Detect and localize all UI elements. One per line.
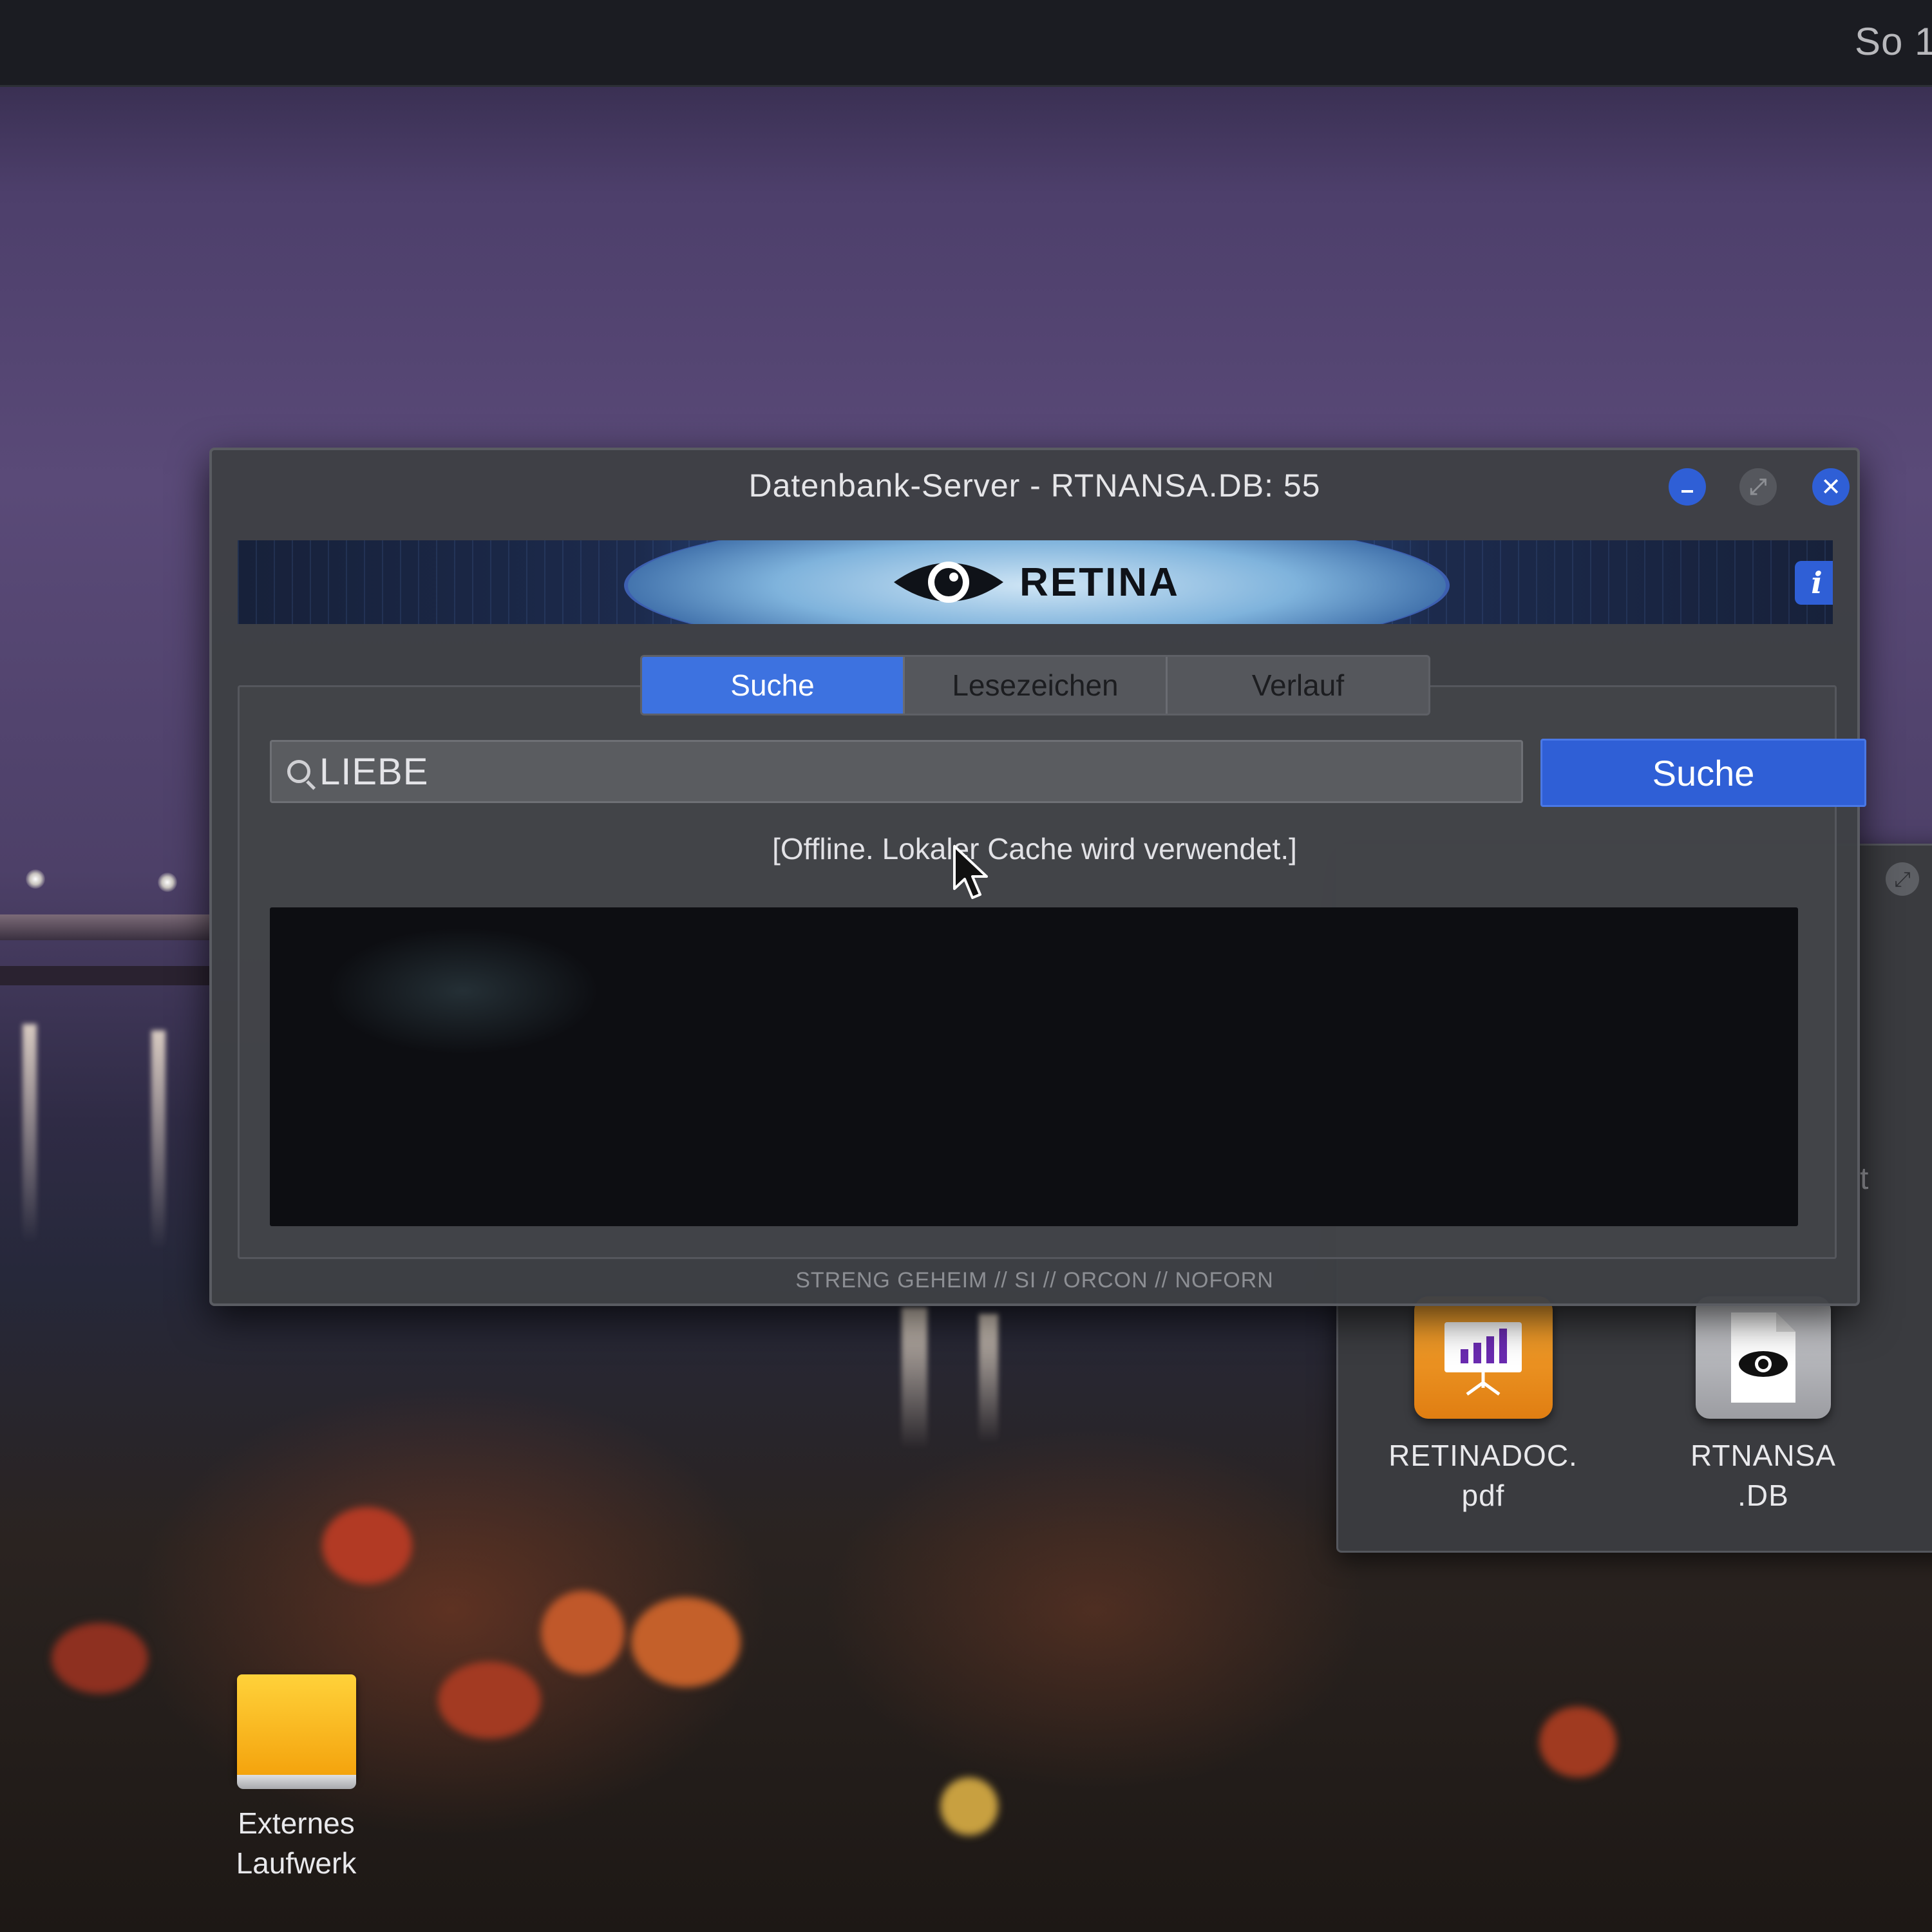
- status-message: [Offline. Lokaler Cache wird verwendet.]: [772, 832, 1297, 866]
- scenery-lamp: [26, 869, 45, 889]
- eye-icon: [894, 562, 1004, 603]
- retina-logo: RETINA: [238, 540, 1833, 624]
- close-button[interactable]: ✕: [1812, 468, 1850, 506]
- file-name-line2: pdf: [1461, 1479, 1505, 1512]
- info-button[interactable]: i: [1795, 561, 1833, 605]
- window-button[interactable]: ⤢: [1886, 862, 1919, 896]
- tab-bar: Suche Lesezeichen Verlauf: [640, 655, 1430, 715]
- tab-suche[interactable]: Suche: [642, 657, 905, 714]
- search-icon: [287, 760, 310, 783]
- file-retinadoc[interactable]: RETINADOC. pdf: [1377, 1296, 1589, 1515]
- scenery-reflection: [151, 1030, 166, 1249]
- results-area[interactable]: [270, 907, 1798, 1226]
- tab-lesezeichen[interactable]: Lesezeichen: [905, 657, 1168, 714]
- search-input[interactable]: [318, 745, 1521, 798]
- search-field[interactable]: [270, 740, 1523, 803]
- scenery-flower: [322, 1507, 412, 1584]
- close-icon: ✕: [1821, 473, 1841, 501]
- scenery-flower: [541, 1591, 625, 1674]
- title-bar[interactable]: Datenbank-Server - RTNANSA.DB: 55: [212, 450, 1857, 521]
- minimize-button[interactable]: [1669, 468, 1706, 506]
- scenery-lamp: [158, 873, 177, 892]
- window-title: Datenbank-Server - RTNANSA.DB: 55: [748, 468, 1321, 504]
- presentation-chart-icon: [1414, 1296, 1553, 1419]
- scenery-reflection: [902, 1307, 927, 1449]
- clock[interactable]: So 12: [1855, 19, 1932, 64]
- classification-footer: STRENG GEHEIM // SI // ORCON // NOFORN: [795, 1268, 1274, 1293]
- file-rtnansa-db[interactable]: RTNANSA .DB: [1673, 1296, 1853, 1515]
- external-drive[interactable]: Externes Laufwerk: [213, 1674, 380, 1883]
- scenery-reflection: [23, 1024, 37, 1243]
- external-drive-icon: [236, 1674, 356, 1789]
- maximize-button[interactable]: ⤢: [1739, 468, 1777, 506]
- file-name-line1: RETINADOC.: [1388, 1439, 1578, 1472]
- retina-banner: RETINA i: [238, 540, 1833, 624]
- scenery-flower: [438, 1662, 541, 1739]
- drive-label-line1: Externes: [238, 1806, 355, 1840]
- info-icon: i: [1811, 565, 1823, 600]
- drive-label-line2: Laufwerk: [236, 1846, 357, 1880]
- eye-document-icon: [1696, 1296, 1831, 1419]
- partial-text: t: [1860, 1162, 1869, 1196]
- tab-verlauf[interactable]: Verlauf: [1168, 657, 1428, 714]
- mouse-cursor-icon: [953, 845, 988, 899]
- maximize-icon: ⤢: [1749, 474, 1767, 499]
- desktop: So 12 ⤢ t RETINADOC. pdf: [0, 0, 1932, 1932]
- scenery-bridge-deck: [0, 966, 213, 985]
- scenery-reflection: [979, 1314, 998, 1443]
- scenery-bridge: [0, 914, 213, 940]
- top-panel: So 12: [0, 0, 1932, 87]
- database-server-window: Datenbank-Server - RTNANSA.DB: 55 ⤢ ✕ RE…: [209, 448, 1866, 1306]
- scenery-flower: [940, 1777, 998, 1835]
- scenery-flower: [52, 1623, 148, 1694]
- minimize-icon: [1681, 490, 1693, 493]
- scenery-flower: [1539, 1707, 1616, 1777]
- file-name-line1: RTNANSA: [1690, 1439, 1836, 1472]
- brand-name: RETINA: [1019, 560, 1180, 605]
- scenery-flower: [631, 1597, 741, 1687]
- file-name-line2: .DB: [1738, 1479, 1789, 1512]
- search-button[interactable]: Suche: [1540, 739, 1866, 807]
